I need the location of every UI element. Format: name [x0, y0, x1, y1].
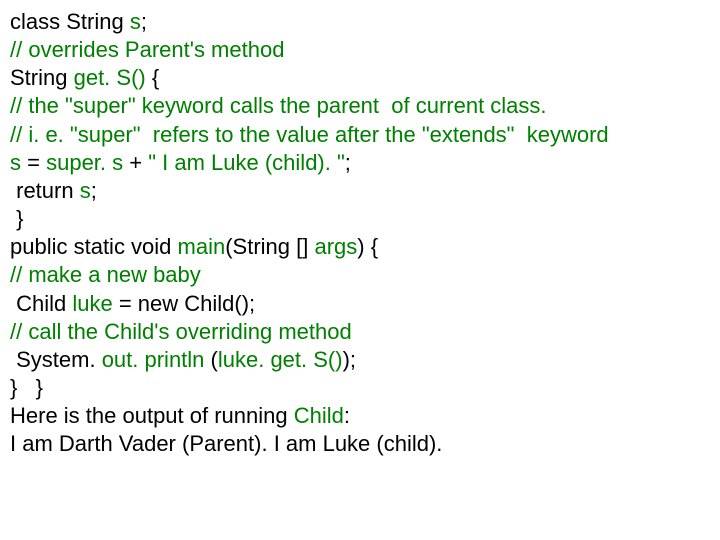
code-token: +	[129, 150, 148, 175]
code-line: Child luke = new Child();	[10, 290, 710, 318]
code-token: // call the Child's overriding method	[10, 319, 352, 344]
code-token: class String	[10, 9, 130, 34]
code-token: );	[343, 347, 356, 372]
code-token: luke. get. S()	[218, 347, 343, 372]
code-token: ) {	[357, 234, 378, 259]
code-token: =	[27, 150, 46, 175]
code-line: return s;	[10, 177, 710, 205]
code-token: Child	[294, 403, 344, 428]
code-token: // make a new baby	[10, 262, 201, 287]
code-token: return	[10, 178, 80, 203]
code-token: " I am Luke (child). "	[148, 150, 345, 175]
code-line: System. out. println (luke. get. S());	[10, 346, 710, 374]
code-token: Here is the output of running	[10, 403, 294, 428]
code-token: // overrides Parent's method	[10, 37, 284, 62]
code-token: System.	[10, 347, 102, 372]
code-line: public static void main(String [] args) …	[10, 233, 710, 261]
code-line: // call the Child's overriding method	[10, 318, 710, 346]
code-token: Child	[10, 291, 72, 316]
code-token: ;	[345, 150, 351, 175]
code-line: // the "super" keyword calls the parent …	[10, 92, 710, 120]
code-line: I am Darth Vader (Parent). I am Luke (ch…	[10, 430, 710, 458]
code-token: super. s	[46, 150, 129, 175]
code-token: {	[146, 65, 159, 90]
code-token: out. println	[102, 347, 211, 372]
code-token: ;	[91, 178, 97, 203]
code-token: main	[178, 234, 226, 259]
code-token: s	[130, 9, 141, 34]
code-token: s	[80, 178, 91, 203]
code-token: (	[211, 347, 218, 372]
code-token: }	[10, 206, 23, 231]
code-token: :	[344, 403, 350, 428]
code-token: I am Darth Vader (Parent). I am Luke (ch…	[10, 431, 442, 456]
code-slide: class String s;// overrides Parent's met…	[0, 0, 720, 467]
code-line: // i. e. "super" refers to the value aft…	[10, 121, 710, 149]
code-token: } }	[10, 375, 43, 400]
code-token: public static void	[10, 234, 178, 259]
code-line: Here is the output of running Child:	[10, 402, 710, 430]
code-token: s	[10, 150, 27, 175]
code-token: (String []	[225, 234, 314, 259]
code-line: // overrides Parent's method	[10, 36, 710, 64]
code-token: = new Child();	[119, 291, 255, 316]
code-line: // make a new baby	[10, 261, 710, 289]
code-token: String	[10, 65, 74, 90]
code-token: ;	[141, 9, 147, 34]
code-token: get. S()	[74, 65, 146, 90]
code-token: luke	[72, 291, 118, 316]
code-line: String get. S() {	[10, 64, 710, 92]
code-line: s = super. s + " I am Luke (child). ";	[10, 149, 710, 177]
code-line: } }	[10, 374, 710, 402]
code-token: // i. e. "super" refers to the value aft…	[10, 122, 609, 147]
code-token: args	[314, 234, 357, 259]
code-token: // the "super" keyword calls the parent …	[10, 93, 547, 118]
code-line: }	[10, 205, 710, 233]
code-line: class String s;	[10, 8, 710, 36]
